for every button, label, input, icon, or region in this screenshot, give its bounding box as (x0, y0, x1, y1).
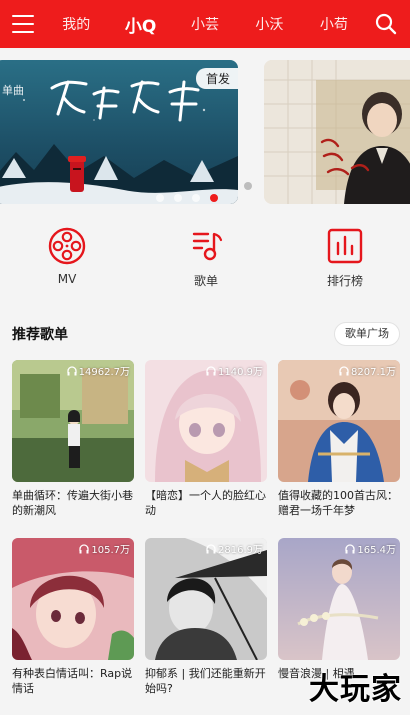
section-title: 推荐歌单 (12, 327, 68, 343)
shortcut-label: 歌单 (193, 274, 218, 288)
banner-carousel[interactable]: 单曲 首发 (0, 48, 410, 208)
playlist-cover: 14962.7万 (12, 360, 134, 482)
shortcut-playlist[interactable]: 歌单 (161, 226, 251, 289)
play-count: 1140.9万 (206, 363, 263, 378)
playlist-title: 值得收藏的100首古风：赠君一场千年梦 (278, 489, 398, 517)
headphones-icon (79, 543, 90, 553)
tab-xiaoq[interactable]: 小Q (108, 12, 172, 37)
playlist-cover: 8207.1万 (278, 360, 400, 482)
playlist-card[interactable]: 2816.9万 抑郁系 | 我们还能重新开始吗? (145, 538, 267, 696)
play-count: 105.7万 (79, 541, 130, 556)
tab-xiaowo[interactable]: 小沃 (237, 14, 301, 34)
playlist-cover: 105.7万 (12, 538, 134, 660)
tab-xiaoyun[interactable]: 小芸 (173, 14, 237, 34)
watermark-logo: 大玩家 (309, 672, 402, 707)
svg-text:单曲: 单曲 (2, 84, 24, 97)
play-count: 2816.9万 (206, 541, 263, 556)
playlist-title: 【暗恋】一个人的脸红心动 (145, 489, 266, 517)
top-tabs: 我的 小Q 小芸 小沃 小苟 (44, 0, 366, 48)
premiere-badge: 首发 (195, 68, 238, 89)
top-bar: 我的 小Q 小芸 小沃 小苟 (0, 0, 410, 48)
headphones-icon (66, 365, 77, 375)
shortcut-row: MV 歌单 排行榜 (0, 226, 410, 296)
headphones-icon (345, 543, 356, 553)
playlist-cover: 165.4万 (278, 538, 400, 660)
play-count: 14962.7万 (66, 363, 130, 378)
carousel-dots (156, 194, 218, 202)
bar-chart-icon (327, 228, 363, 264)
playlist-title: 有种表白情话叫：Rap说情话 (12, 667, 133, 695)
playlist-title: 抑郁系 | 我们还能重新开始吗? (145, 667, 266, 695)
playlist-card[interactable]: 1140.9万 【暗恋】一个人的脸红心动 (145, 360, 267, 518)
tab-xiaogou[interactable]: 小苟 (302, 14, 366, 34)
search-icon[interactable] (374, 12, 398, 36)
playlist-cover: 1140.9万 (145, 360, 267, 482)
carousel-dot[interactable] (174, 194, 182, 202)
music-list-icon (192, 232, 223, 261)
shortcut-rankings[interactable]: 排行榜 (300, 226, 390, 289)
carousel-dot[interactable] (244, 182, 252, 190)
playlist-square-button[interactable]: 歌单广场 (334, 322, 400, 346)
headphones-icon (206, 365, 216, 375)
play-count: 8207.1万 (339, 363, 396, 378)
shortcut-label: 排行榜 (326, 274, 363, 288)
film-reel-icon (48, 227, 86, 265)
banner-slide-main[interactable]: 单曲 首发 (0, 60, 238, 204)
headphones-icon (339, 365, 349, 375)
playlist-card[interactable]: 14962.7万 单曲循环：传遍大街小巷的新潮风 (12, 360, 134, 518)
playlist-card[interactable]: 105.7万 有种表白情话叫：Rap说情话 (12, 538, 134, 696)
playlist-card[interactable]: 8207.1万 值得收藏的100首古风：赠君一场千年梦 (278, 360, 400, 518)
play-count: 165.4万 (345, 541, 396, 556)
carousel-dot[interactable] (192, 194, 200, 202)
shortcut-mv[interactable]: MV (22, 226, 112, 286)
carousel-dot[interactable] (156, 194, 164, 202)
tab-wode[interactable]: 我的 (44, 14, 108, 34)
headphones-icon (206, 543, 216, 553)
hamburger-menu-icon[interactable] (12, 13, 36, 35)
banner-artwork-next (264, 60, 410, 204)
shortcut-label: MV (57, 272, 77, 286)
playlist-cover: 2816.9万 (145, 538, 267, 660)
playlist-title: 单曲循环：传遍大街小巷的新潮风 (12, 489, 133, 517)
banner-slide-next[interactable] (264, 60, 410, 204)
carousel-dot-active[interactable] (210, 194, 218, 202)
